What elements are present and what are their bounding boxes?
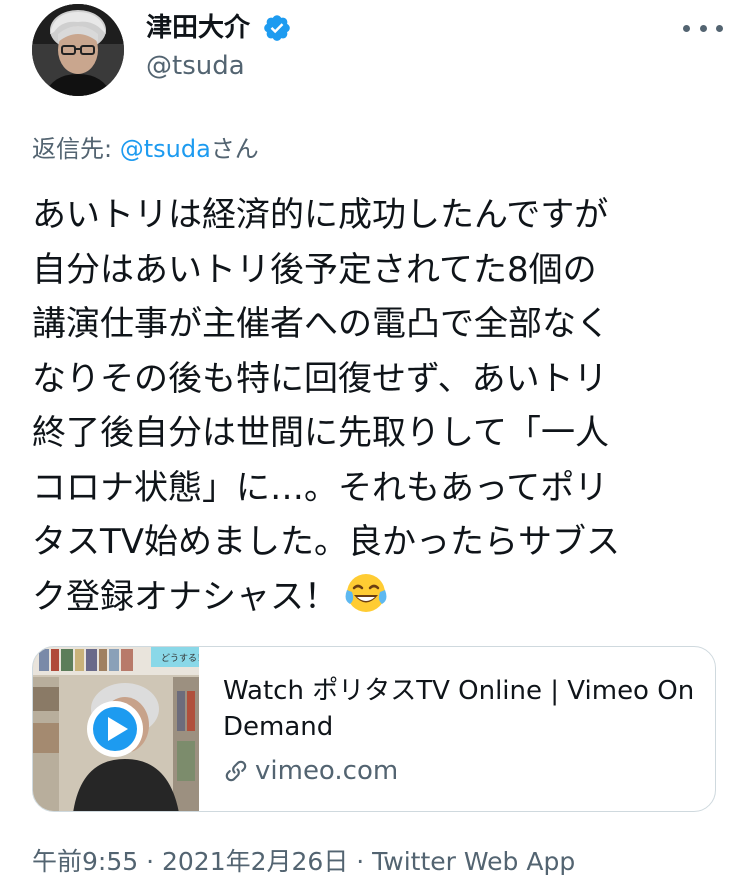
card-thumbnail: どうする！?と [33,647,199,811]
verified-badge-icon [264,15,290,41]
card-domain[interactable]: vimeo.com [223,753,398,789]
tweet-meta[interactable]: 午前9:55 · 2021年2月26日 · Twitter Web App [32,846,575,878]
reply-to-line: 返信先: @tsudaさん [32,134,259,164]
tweet-text: あいトリは経済的に成功したんですが 自分はあいトリ後予定されてた8個の 講演仕事… [32,188,722,624]
more-options-icon[interactable] [683,16,723,40]
card-domain-text: vimeo.com [255,756,399,786]
reply-prefix: 返信先: [32,135,120,163]
user-handle[interactable]: @tsuda [146,50,245,82]
face-with-tears-of-joy-icon [345,573,387,612]
avatar-image [32,4,124,96]
card-title[interactable]: Watch ポリタスTV Online | Vimeo On Demand [223,673,703,745]
reply-mention-link[interactable]: @tsuda [120,135,211,163]
display-name[interactable]: 津田大介 [146,12,250,44]
link-icon [225,760,247,782]
card-thumbnail-caption: どうする！?と [161,653,199,664]
avatar[interactable] [32,4,124,96]
link-card[interactable]: どうする！?と Watch ポリタスTV Online | Vimeo On D… [32,646,716,812]
reply-suffix: さん [210,135,259,163]
tweet-body: あいトリは経済的に成功したんですが 自分はあいトリ後予定されてた8個の 講演仕事… [32,195,621,617]
